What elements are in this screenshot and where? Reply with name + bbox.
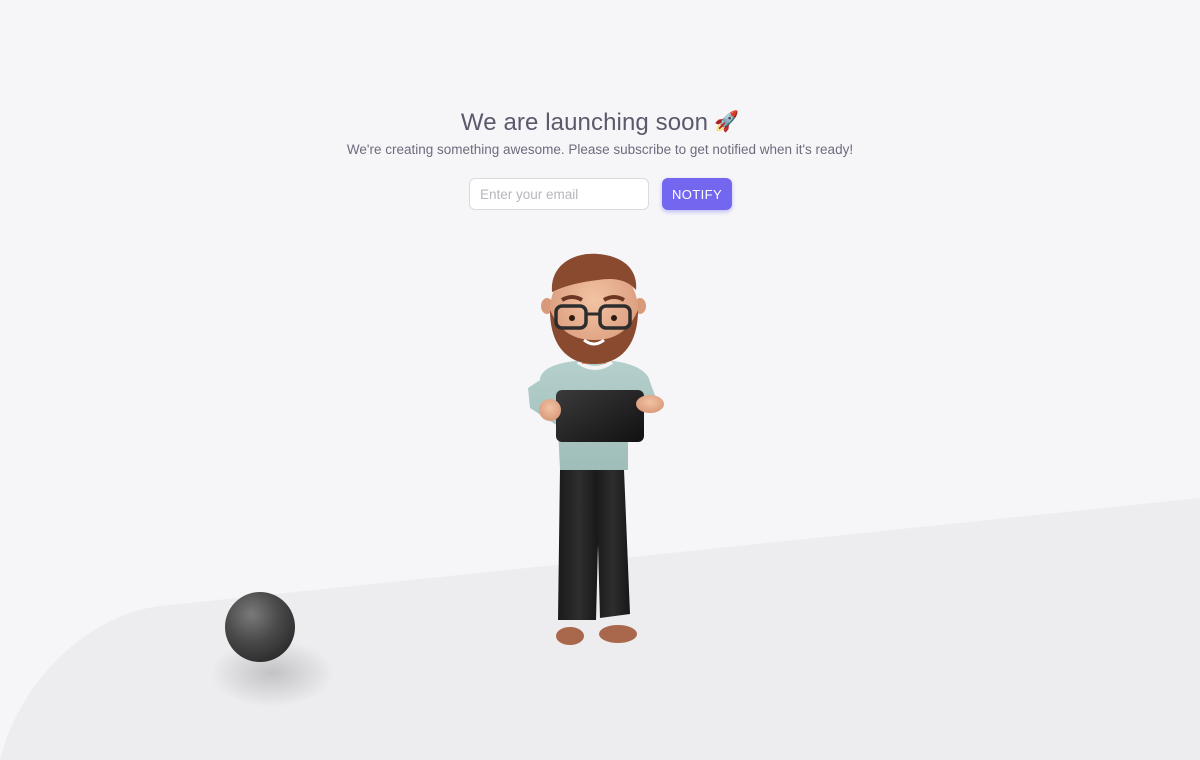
page-subtitle: We're creating something awesome. Please… [346,142,854,157]
rocket-icon: 🚀 [714,109,740,133]
subscribe-form: NOTIFY [469,178,732,210]
character-illustration [528,253,664,645]
title-text: We are launching soon [460,109,709,136]
sphere-illustration [210,592,334,707]
notify-button[interactable]: NOTIFY [662,178,732,210]
page-title: We are launching soon 🚀 [0,104,1200,140]
coming-soon-page: We are launching soon 🚀 We're creating so… [0,0,1200,760]
email-input[interactable] [469,178,649,210]
